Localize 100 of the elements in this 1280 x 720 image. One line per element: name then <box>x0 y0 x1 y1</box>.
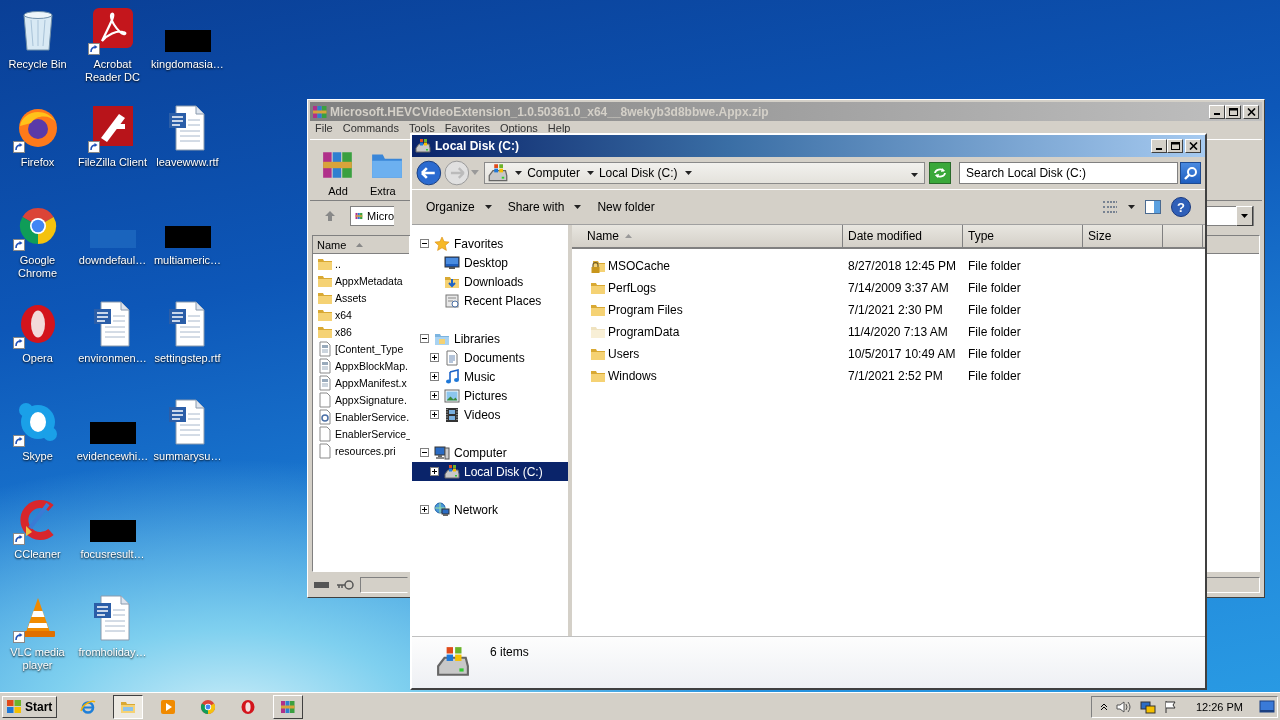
start-button[interactable]: Start <box>2 695 58 718</box>
menu-item[interactable]: Favorites <box>444 122 490 135</box>
nav-item[interactable]: Favorites <box>412 234 568 253</box>
nav-item[interactable]: Recent Places <box>412 291 568 310</box>
date-cell-text: 7/14/2009 3:37 AM <box>847 281 950 295</box>
expand-toggle-icon[interactable] <box>430 353 439 362</box>
desktop-icon-label[interactable]: multiameric… <box>151 254 224 267</box>
collapse-toggle-icon[interactable] <box>420 334 429 343</box>
toolbar-button[interactable]: Share with <box>499 197 590 217</box>
nav-item[interactable]: Libraries <box>412 329 568 348</box>
breadcrumb-item[interactable]: Local Disk (C:) <box>598 166 678 180</box>
minimize-button[interactable] <box>1151 139 1167 153</box>
file-name[interactable]: x86 <box>335 325 352 338</box>
caret-icon <box>1128 205 1135 209</box>
speaker-icon[interactable] <box>1115 699 1132 714</box>
nav-item[interactable]: Desktop <box>412 253 568 272</box>
file-row[interactable]: Windows 7/1/2021 2:52 PM File folder <box>572 365 1205 387</box>
dropdown-button[interactable] <box>1236 206 1253 226</box>
desktop-icon-label[interactable]: Google Chrome <box>1 254 74 280</box>
show-desktop-icon[interactable] <box>1259 699 1275 714</box>
file-row[interactable]: ProgramData 11/4/2020 7:13 AM File folder <box>572 321 1205 343</box>
nav-item[interactable]: Network <box>412 500 568 519</box>
desktop-icon-label[interactable]: Acrobat Reader DC <box>76 58 149 84</box>
file-name[interactable]: EnablerService. <box>335 410 410 423</box>
breadcrumb-item[interactable]: Computer <box>527 166 580 180</box>
desktop-icon-label[interactable]: downdefaul… <box>76 254 149 267</box>
desktop-icon-label[interactable]: evidencewhi… <box>76 450 149 463</box>
toolbar-button[interactable]: Organize <box>418 197 500 217</box>
address-field[interactable]: Micro <box>350 206 394 226</box>
nav-item[interactable]: Music <box>412 367 568 386</box>
nav-item[interactable]: Downloads <box>412 272 568 291</box>
toolbar-button[interactable]: New folder <box>589 197 663 217</box>
desktop-icon-label[interactable]: FileZilla Client <box>76 156 149 169</box>
close-button[interactable] <box>1243 104 1259 119</box>
file-name[interactable]: [Content_Type <box>335 342 404 355</box>
file-name[interactable]: AppxManifest.x <box>335 376 407 389</box>
desktop-icon-label[interactable]: Recycle Bin <box>1 58 74 71</box>
chevron-up-icon[interactable] <box>1099 702 1108 711</box>
desktop-icon-label[interactable]: Skype <box>1 450 74 463</box>
refresh-button[interactable] <box>929 162 952 184</box>
collapse-toggle-icon[interactable] <box>420 448 429 457</box>
address-field[interactable]: Computer Local Disk (C:) <box>484 162 926 184</box>
file-name[interactable]: AppxMetadata <box>335 274 403 287</box>
column-header[interactable]: Type <box>963 225 1083 247</box>
nav-item[interactable]: Videos <box>412 405 568 424</box>
desktop-icon-label[interactable]: Opera <box>1 352 74 365</box>
preview-pane-icon[interactable] <box>1145 199 1161 215</box>
maximize-button[interactable] <box>1167 139 1183 153</box>
document-icon <box>444 349 460 366</box>
toolbar-button[interactable]: Add <box>318 144 358 197</box>
desktop-icon-label[interactable]: summarysu… <box>151 450 224 463</box>
file-row[interactable]: PerfLogs 7/14/2009 3:37 AM File folder <box>572 277 1205 299</box>
clock[interactable]: 12:26 PM <box>1195 700 1243 713</box>
expand-toggle-icon[interactable] <box>430 467 439 476</box>
menu-item[interactable]: File <box>315 122 333 135</box>
file-row[interactable]: Program Files 7/1/2021 2:30 PM File folder <box>572 299 1205 321</box>
file-name[interactable]: resources.pri <box>335 444 396 457</box>
expand-toggle-icon[interactable] <box>420 505 429 514</box>
nav-item[interactable]: Documents <box>412 348 568 367</box>
maximize-button[interactable] <box>1225 104 1241 119</box>
file-name[interactable]: EnablerService_ <box>335 427 413 440</box>
file-row[interactable]: MSOCache 8/27/2018 12:45 PM File folder <box>572 255 1205 277</box>
file-name[interactable]: AppxSignature. <box>335 393 407 406</box>
redaction-bar <box>89 520 136 542</box>
minimize-button[interactable] <box>1209 104 1225 119</box>
flag-icon[interactable] <box>1163 699 1178 714</box>
taskbar-button[interactable] <box>113 694 144 719</box>
file-name[interactable]: .. <box>335 257 341 270</box>
search-field[interactable]: Search Local Disk (C:) <box>959 162 1179 184</box>
expand-toggle-icon[interactable] <box>430 410 439 419</box>
desktop-icon-label[interactable]: kingdomasia… <box>151 58 224 71</box>
file-row[interactable]: Users 10/5/2017 10:49 AM File folder <box>572 343 1205 365</box>
menu-item[interactable]: Options <box>499 122 538 135</box>
column-header[interactable]: Name <box>572 225 843 247</box>
nav-item[interactable]: Local Disk (C:) <box>412 462 568 481</box>
desktop-icon-label[interactable]: Firefox <box>1 156 74 169</box>
toolbar-button[interactable]: Extra <box>370 144 404 197</box>
column-header[interactable]: Name <box>313 236 409 254</box>
close-button[interactable] <box>1185 139 1201 153</box>
back-button[interactable] <box>416 160 442 186</box>
column-header[interactable]: Date modified <box>843 225 963 247</box>
desktop-icon-label[interactable]: environmen… <box>76 352 149 365</box>
nav-item[interactable]: Pictures <box>412 386 568 405</box>
file-name[interactable]: Assets <box>335 291 367 304</box>
search-button[interactable] <box>1180 162 1201 184</box>
collapse-toggle-icon[interactable] <box>420 239 429 248</box>
help-button[interactable]: ? <box>1171 197 1191 217</box>
menu-item[interactable]: Commands <box>342 122 399 135</box>
expand-toggle-icon[interactable] <box>430 372 439 381</box>
menu-item[interactable]: Help <box>547 122 571 135</box>
column-header[interactable]: Size <box>1083 225 1163 247</box>
desktop-icon-label[interactable]: settingstep.rtf <box>151 352 224 365</box>
file-name[interactable]: AppxBlockMap. <box>335 359 408 372</box>
address-field[interactable] <box>1204 206 1254 226</box>
expand-toggle-icon[interactable] <box>430 391 439 400</box>
file-name[interactable]: x64 <box>335 308 352 321</box>
nav-item[interactable]: Computer <box>412 443 568 462</box>
menu-item[interactable]: Tools <box>409 122 435 135</box>
desktop-icon-label[interactable]: leavewww.rtf <box>151 156 224 169</box>
network-icon[interactable] <box>1139 698 1156 715</box>
